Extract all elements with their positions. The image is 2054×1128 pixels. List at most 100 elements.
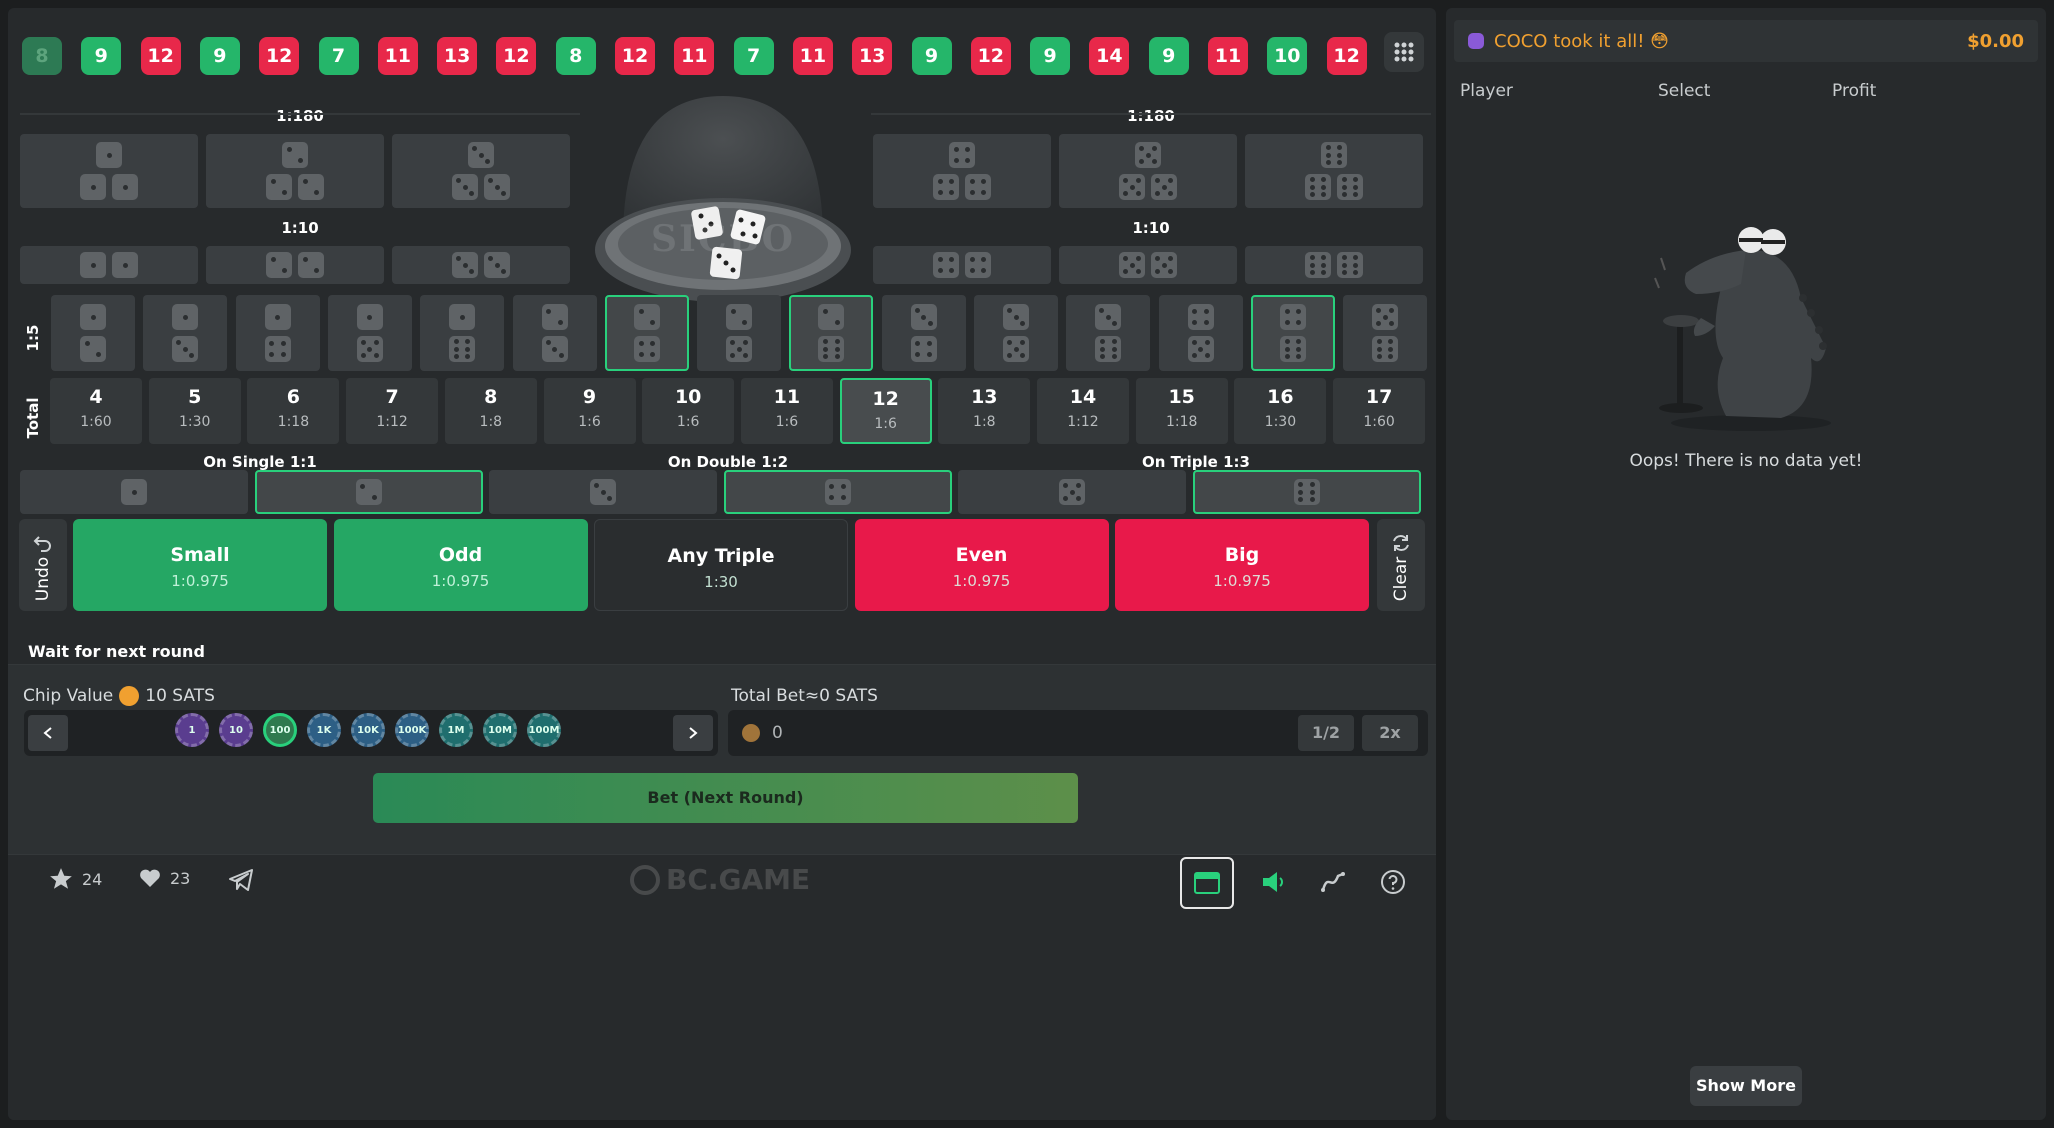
total-bet-10[interactable]: 10 1:6: [642, 378, 735, 444]
on-number-bet-4[interactable]: [723, 470, 952, 514]
col-profit: Profit: [1832, 81, 1877, 101]
classic-view-button[interactable]: [1180, 857, 1234, 909]
combo-bet-2-6[interactable]: [789, 295, 874, 371]
chip-100[interactable]: 100: [263, 713, 297, 747]
total-bet-14[interactable]: 14 1:12: [1037, 378, 1129, 444]
double-bet-5[interactable]: [1059, 246, 1237, 284]
combo-bet-2-4[interactable]: [604, 295, 689, 371]
history-result: 11: [377, 37, 418, 75]
triple-bet-4[interactable]: [873, 134, 1051, 208]
total-bet-16[interactable]: 16 1:30: [1234, 378, 1327, 444]
double-bet-3[interactable]: [392, 246, 570, 284]
grid-icon: [1394, 42, 1414, 62]
combo-bet-2-3[interactable]: [512, 295, 597, 371]
total-bet-9[interactable]: 9 1:6: [543, 378, 636, 444]
history-grid-button[interactable]: [1384, 32, 1424, 72]
combo-bet-3-4[interactable]: [881, 295, 966, 371]
bet-odd[interactable]: Odd 1:0.975: [333, 519, 588, 611]
total-bet-6[interactable]: 6 1:18: [247, 378, 340, 444]
die-6-icon: [1321, 142, 1347, 168]
chip-10K[interactable]: 10K: [351, 713, 385, 747]
total-bet-15[interactable]: 15 1:18: [1135, 378, 1228, 444]
die-4-icon: [1187, 304, 1214, 330]
die-1-icon: [264, 304, 291, 330]
on-number-bet-1[interactable]: [20, 470, 248, 514]
on-number-bet-2[interactable]: [254, 470, 483, 514]
combo-bet-4-6[interactable]: [1250, 295, 1335, 371]
bet-any-triple[interactable]: Any Triple 1:30: [594, 519, 848, 611]
double-bet-2[interactable]: [206, 246, 384, 284]
share-button[interactable]: [228, 868, 254, 896]
show-more-button[interactable]: Show More: [1690, 1066, 1802, 1106]
history-result: 9: [911, 37, 952, 75]
combo-bet-1-5[interactable]: [327, 295, 412, 371]
double-bet-6[interactable]: [1245, 246, 1423, 284]
total-bet-5[interactable]: 5 1:30: [148, 378, 241, 444]
total-bet-17[interactable]: 17 1:60: [1333, 378, 1426, 444]
favorite-button[interactable]: 24: [48, 866, 102, 892]
total-bet-12[interactable]: 12 1:6: [839, 378, 932, 444]
bet-label: Any Triple: [667, 545, 775, 567]
combo-bet-1-6[interactable]: [420, 295, 505, 371]
bet-small[interactable]: Small 1:0.975: [73, 519, 327, 611]
die-2-icon: [266, 252, 292, 278]
triple-bet-2[interactable]: [206, 134, 384, 208]
sound-button[interactable]: [1260, 870, 1286, 898]
combo-bet-4-5[interactable]: [1158, 295, 1243, 371]
die-5-icon: [1151, 174, 1177, 200]
combo-bet-1-3[interactable]: [143, 295, 228, 371]
chip-1[interactable]: 1: [175, 713, 209, 747]
combo-bet-1-2[interactable]: [51, 295, 135, 371]
bet-big[interactable]: Big 1:0.975: [1115, 519, 1369, 611]
total-bet-4[interactable]: 4 1:60: [50, 378, 142, 444]
die-5-icon: [1151, 252, 1177, 278]
total-odds: 1:60: [80, 414, 112, 430]
total-number: 7: [385, 386, 399, 408]
chip-1K[interactable]: 1K: [307, 713, 341, 747]
chip-1M[interactable]: 1M: [439, 713, 473, 747]
bet-button[interactable]: Bet (Next Round): [373, 773, 1078, 823]
triple-bet-6[interactable]: [1245, 134, 1423, 208]
total-bet-8[interactable]: 8 1:8: [444, 378, 537, 444]
total-odds: 1:60: [1363, 414, 1395, 430]
on-number-bet-5[interactable]: [958, 470, 1186, 514]
triple-bet-1[interactable]: [20, 134, 198, 208]
die-1-icon: [96, 142, 122, 168]
total-label: Total: [24, 397, 42, 439]
combo-bet-1-4[interactable]: [235, 295, 320, 371]
on-number-bet-6[interactable]: [1192, 470, 1421, 514]
chip-100K[interactable]: 100K: [395, 713, 429, 747]
die-3-icon: [172, 336, 199, 362]
die-5-icon: [726, 336, 753, 362]
total-bet-7[interactable]: 7 1:12: [346, 378, 439, 444]
bet-even[interactable]: Even 1:0.975: [854, 519, 1109, 611]
triple-bet-5[interactable]: [1059, 134, 1237, 208]
clear-button[interactable]: Clear: [1377, 519, 1425, 611]
combo-bet-3-6[interactable]: [1066, 295, 1151, 371]
triple-bet-3[interactable]: [392, 134, 570, 208]
combo-bet-3-5[interactable]: [974, 295, 1058, 371]
die-6-icon: [1372, 336, 1399, 362]
history-result: 13: [437, 37, 478, 75]
total-bet-11[interactable]: 11 1:6: [740, 378, 833, 444]
like-button[interactable]: 23: [138, 866, 190, 890]
help-button[interactable]: [1380, 869, 1406, 899]
undo-button[interactable]: Undo: [19, 519, 67, 611]
combo-bet-5-6[interactable]: [1343, 295, 1428, 371]
total-bet-13[interactable]: 13 1:8: [938, 378, 1031, 444]
combo-bet-2-5[interactable]: [697, 295, 782, 371]
chip-next-button[interactable]: [673, 715, 713, 751]
double-button[interactable]: 2x: [1362, 715, 1418, 751]
bet-amount-input[interactable]: 0 1/2 2x: [728, 710, 1428, 756]
fairness-button[interactable]: [1320, 870, 1346, 898]
die-4-icon: [965, 174, 991, 200]
double-bet-4[interactable]: [873, 246, 1051, 284]
die-3-icon: [1003, 304, 1029, 330]
chip-10[interactable]: 10: [219, 713, 253, 747]
double-bet-1[interactable]: [20, 246, 198, 284]
half-button[interactable]: 1/2: [1298, 715, 1354, 751]
on-number-bet-3[interactable]: [489, 470, 717, 514]
chip-100M[interactable]: 100M: [527, 713, 561, 747]
chip-prev-button[interactable]: [28, 715, 68, 751]
chip-10M[interactable]: 10M: [483, 713, 517, 747]
